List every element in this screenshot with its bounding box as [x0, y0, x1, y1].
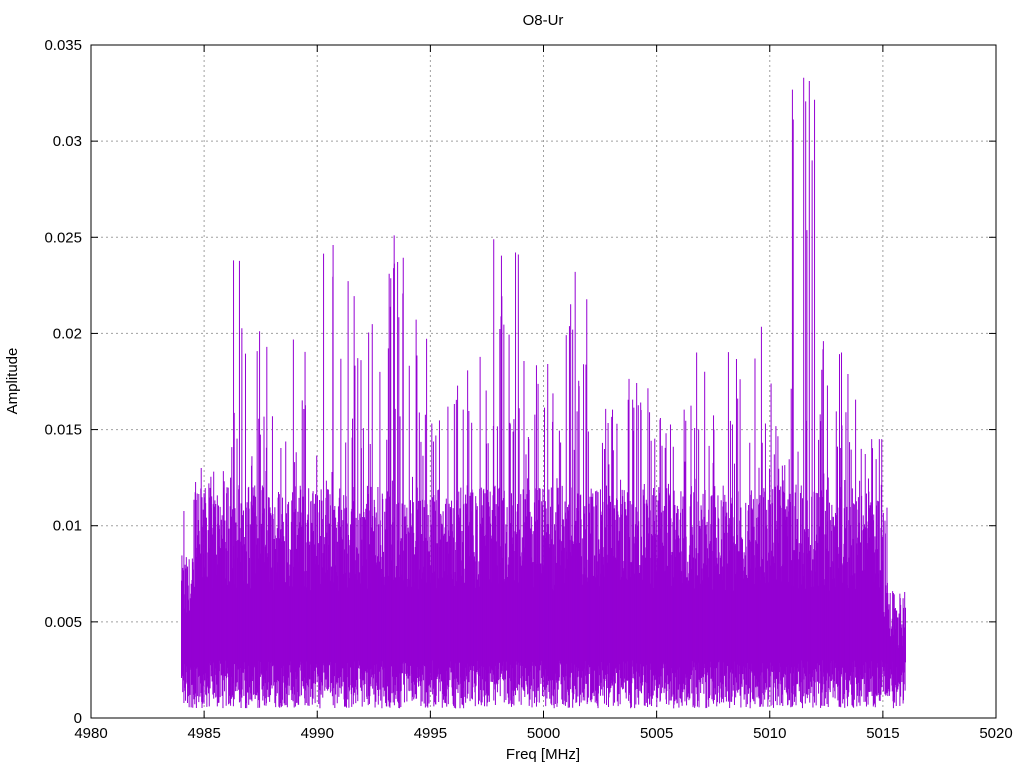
- x-tick-label: 4980: [74, 725, 107, 742]
- y-axis-label: Amplitude: [4, 348, 21, 415]
- x-tick-label: 5020: [979, 725, 1012, 742]
- x-tick-label: 5010: [753, 725, 786, 742]
- y-tick-label: 0.03: [53, 133, 82, 150]
- data-series: [181, 77, 906, 709]
- chart-title: O8-Ur: [523, 12, 564, 29]
- y-tick-label: 0.025: [44, 229, 82, 246]
- y-tick-label: 0: [74, 710, 82, 727]
- x-tick-label: 5015: [866, 725, 899, 742]
- x-tick-label: 4995: [414, 725, 447, 742]
- y-tick-label: 0.005: [44, 614, 82, 631]
- y-tick-label: 0.015: [44, 422, 82, 439]
- chart: 4980 4985 4990 4995 5000 5005 5010 5015 5020 0 0.0…: [4, 12, 1013, 763]
- x-tick-label: 4990: [301, 725, 334, 742]
- x-tick-label: 5005: [640, 725, 673, 742]
- y-tick-label: 0.02: [53, 325, 82, 342]
- x-tick-label: 5000: [527, 725, 560, 742]
- y-tick-label: 0.035: [44, 37, 82, 54]
- x-axis-label: Freq [MHz]: [506, 746, 580, 763]
- y-tick-label: 0.01: [53, 518, 82, 535]
- x-tick-label: 4985: [187, 725, 220, 742]
